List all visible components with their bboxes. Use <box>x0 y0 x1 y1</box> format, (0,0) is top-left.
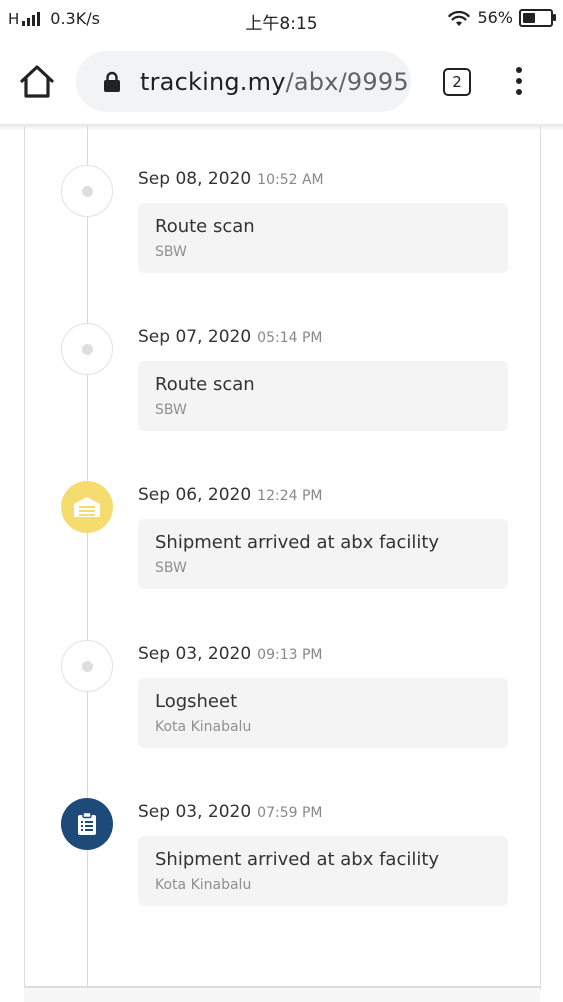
url-text[interactable]: tracking.my/abx/99957 <box>140 68 411 96</box>
dot-icon <box>61 640 113 692</box>
event-title: Shipment arrived at abx facility <box>155 532 440 553</box>
event-date: Sep 07, 2020 05:14 PM <box>138 327 323 347</box>
event-date: Sep 08, 2020 10:52 AM <box>138 169 324 189</box>
event-title: Route scan <box>155 374 255 395</box>
event-time: 12:24 PM <box>257 488 323 504</box>
lock-icon <box>104 71 120 92</box>
timeline-event: Sep 03, 2020 07:59 PM Shipment arrived at… <box>0 798 563 948</box>
event-time: 05:14 PM <box>257 330 323 346</box>
event-time: 07:59 PM <box>257 805 323 821</box>
status-bar: H 0.3K/s 上午8:15 56% <box>0 0 563 40</box>
battery-level <box>523 12 535 23</box>
event-location: SBW <box>155 244 187 260</box>
event-title: Logsheet <box>155 691 238 712</box>
event-details: Route scan SBW <box>138 361 508 431</box>
tab-switcher-icon[interactable]: 2 <box>443 68 471 96</box>
timeline-event: Sep 08, 2020 10:52 AM Route scan SBW <box>0 165 563 315</box>
wifi-icon <box>448 10 471 26</box>
event-title: Shipment arrived at abx facility <box>155 849 440 870</box>
timeline-event: Sep 07, 2020 05:14 PM Route scan SBW <box>0 323 563 473</box>
event-location: Kota Kinabalu <box>155 719 252 735</box>
battery-icon <box>519 8 556 27</box>
event-date: Sep 03, 2020 07:59 PM <box>138 802 323 822</box>
event-details: Shipment arrived at abx facility Kota Ki… <box>138 836 508 906</box>
home-icon[interactable] <box>18 63 56 101</box>
url-host: tracking.my <box>140 68 286 96</box>
dot-icon <box>61 323 113 375</box>
more-vert-icon[interactable] <box>510 67 528 97</box>
timeline-event: Sep 03, 2020 09:13 PM Logsheet Kota Kinab… <box>0 640 563 790</box>
event-location: SBW <box>155 560 187 576</box>
event-time: 10:52 AM <box>257 172 324 188</box>
url-path: /abx/99957 <box>285 68 411 96</box>
battery-percent: 56% <box>477 8 513 27</box>
browser-toolbar: tracking.my/abx/99957 2 <box>0 40 563 124</box>
clipboard-icon <box>61 798 113 850</box>
event-date: Sep 03, 2020 09:13 PM <box>138 644 323 664</box>
event-details: Logsheet Kota Kinabalu <box>138 678 508 748</box>
dot-icon <box>61 165 113 217</box>
timeline-event: Sep 06, 2020 12:24 PM Shipment arrived at… <box>0 481 563 631</box>
address-bar[interactable]: tracking.my/abx/99957 <box>76 51 411 112</box>
event-location: Kota Kinabalu <box>155 877 252 893</box>
event-date: Sep 06, 2020 12:24 PM <box>138 485 323 505</box>
event-details: Shipment arrived at abx facility SBW <box>138 519 508 589</box>
warehouse-icon <box>61 481 113 533</box>
event-time: 09:13 PM <box>257 647 323 663</box>
event-title: Route scan <box>155 216 255 237</box>
status-right: 56% <box>447 8 556 27</box>
event-details: Route scan SBW <box>138 203 508 273</box>
event-location: SBW <box>155 402 187 418</box>
